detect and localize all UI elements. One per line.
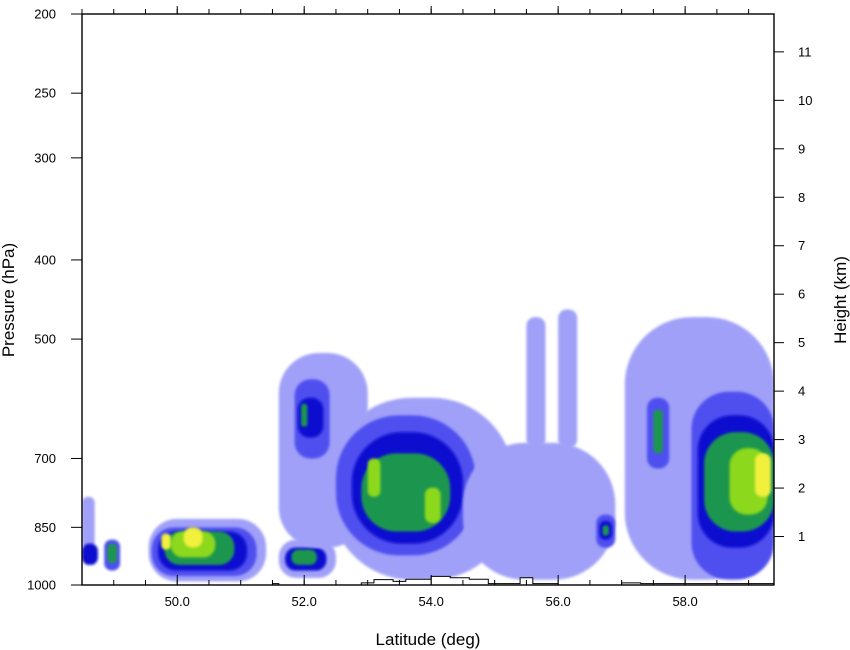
height-tick-label: 10 [798, 93, 812, 108]
pressure-tick-label: 850 [34, 520, 56, 535]
contour-region-level-1 [558, 309, 578, 449]
height-tick-label: 6 [798, 287, 805, 302]
contour-region-level-1 [82, 496, 95, 548]
contour-region-level-4 [301, 403, 308, 427]
x-tick-label: 50.0 [165, 594, 190, 609]
height-tick-label: 8 [798, 190, 805, 205]
x-tick-label: 56.0 [545, 594, 570, 609]
height-tick-label: 1 [798, 529, 805, 544]
contour-region-level-4 [653, 409, 663, 454]
height-tick-label: 11 [798, 44, 812, 59]
pressure-tick-label: 300 [34, 150, 56, 165]
right-y-axis-title: Height (km) [831, 256, 850, 344]
contour-region-level-5 [367, 458, 381, 497]
left-y-axis-title: Pressure (hPa) [0, 243, 18, 357]
height-tick-label: 9 [798, 141, 805, 156]
pressure-tick-label: 700 [34, 451, 56, 466]
height-tick-label: 5 [798, 335, 805, 350]
height-tick-label: 2 [798, 481, 805, 496]
pressure-tick-label: 200 [34, 7, 56, 22]
contour-region-level-4 [291, 549, 317, 565]
contour-region-level-5 [424, 487, 441, 524]
contour-region-level-6 [754, 453, 771, 497]
contour-region-level-1 [526, 317, 546, 449]
contour-region-level-4 [107, 543, 117, 564]
contour-region-level-1 [462, 442, 616, 580]
contour-region-level-4 [602, 525, 609, 536]
pressure-tick-label: 250 [34, 86, 56, 101]
height-tick-label: 3 [798, 432, 805, 447]
x-axis-title: Latitude (deg) [376, 630, 481, 649]
x-tick-label: 54.0 [419, 594, 444, 609]
pressure-tick-label: 500 [34, 332, 56, 347]
height-tick-label: 4 [798, 384, 805, 399]
height-tick-label: 7 [798, 238, 805, 253]
contour-region-level-6 [183, 527, 203, 548]
pressure-tick-label: 400 [34, 252, 56, 267]
pressure-tick-label: 1000 [27, 578, 56, 593]
pressure-latitude-cross-section-chart: 50.0 52.0 54.0 56.0 58.020025030040050070085… [0, 6, 850, 649]
contour-region-level-6 [161, 533, 171, 550]
x-tick-label: 52.0 [292, 594, 317, 609]
contour-region-level-3 [82, 543, 98, 565]
x-tick-label: 58.0 [672, 594, 697, 609]
